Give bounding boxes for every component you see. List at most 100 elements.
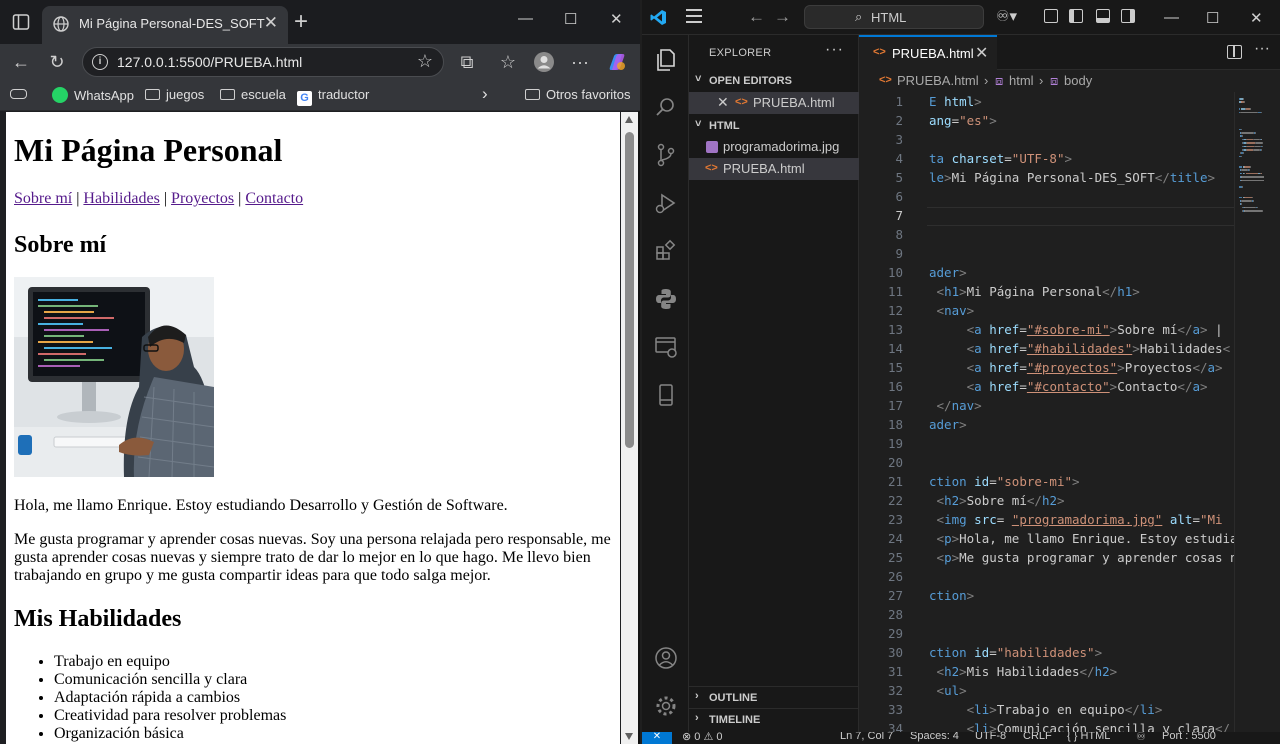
- encoding-indicator[interactable]: UTF-8: [975, 732, 1006, 742]
- copilot-status-icon[interactable]: ♾: [1136, 732, 1146, 743]
- minimap[interactable]: [1234, 92, 1280, 732]
- close-window-icon[interactable]: ✕: [1250, 9, 1263, 27]
- breadcrumb-item[interactable]: PRUEBA.html: [897, 73, 979, 88]
- breadcrumb-item[interactable]: body: [1064, 73, 1092, 88]
- live-server-port[interactable]: Port : 5500: [1162, 732, 1216, 742]
- extensions-icon[interactable]: [653, 238, 679, 264]
- minimap-line: [1246, 145, 1254, 148]
- folder-section[interactable]: ˅ HTML: [689, 115, 859, 137]
- indentation-indicator[interactable]: Spaces: 4: [910, 732, 959, 742]
- language-indicator[interactable]: { } HTML: [1067, 732, 1110, 742]
- explorer-icon[interactable]: [653, 47, 679, 73]
- browser-tab[interactable]: Mi Página Personal-DES_SOFT ✕: [42, 6, 288, 44]
- code-token: >: [1094, 645, 1103, 660]
- chevron-right-icon: ›: [695, 712, 699, 724]
- code-token: =: [989, 645, 997, 660]
- menu-icon[interactable]: [686, 9, 702, 23]
- outline-section[interactable]: › OUTLINE: [689, 686, 859, 708]
- bookmarks-bar: WhatsApp juegos escuela Gtraductor › Otr…: [0, 80, 640, 111]
- scrollbar-thumb[interactable]: [625, 132, 634, 448]
- toggle-secondary-sidebar-icon[interactable]: [1121, 9, 1135, 23]
- back-icon[interactable]: ←: [748, 7, 765, 27]
- device-icon[interactable]: [653, 382, 679, 408]
- about-paragraph: Me gusta programar y aprender cosas nuev…: [14, 531, 611, 584]
- copilot-icon[interactable]: [606, 51, 628, 73]
- bookmark-escuela[interactable]: escuela: [220, 87, 286, 102]
- account-icon[interactable]: [653, 645, 679, 671]
- run-debug-icon[interactable]: [653, 190, 679, 216]
- copilot-icon[interactable]: ♾▾: [996, 7, 1017, 25]
- minimap-line: [1246, 149, 1254, 151]
- close-icon[interactable]: ✕: [717, 94, 729, 111]
- code-token: </: [1215, 721, 1231, 732]
- chevron-right-icon[interactable]: ›: [482, 84, 488, 104]
- page-scrollbar[interactable]: [621, 112, 638, 744]
- nav-link-proyectos[interactable]: Proyectos: [171, 190, 234, 207]
- bookmark-juegos[interactable]: juegos: [145, 87, 204, 102]
- minimize-icon[interactable]: —: [518, 10, 533, 27]
- close-icon[interactable]: ✕: [975, 43, 988, 63]
- gear-icon[interactable]: [653, 693, 679, 719]
- eol-indicator[interactable]: CRLF: [1023, 732, 1052, 742]
- plus-icon[interactable]: +: [294, 8, 308, 36]
- extensions-icon[interactable]: ⧉: [456, 51, 478, 73]
- nav-link-contacto[interactable]: Contacto: [245, 190, 303, 207]
- code-token: <: [936, 284, 945, 299]
- open-editor-item[interactable]: ✕ <> PRUEBA.html: [689, 92, 859, 114]
- code-token: id: [974, 474, 990, 489]
- list-item: Creatividad para resolver problemas: [54, 707, 286, 725]
- editor-tab[interactable]: <> PRUEBA.html ✕: [859, 35, 997, 70]
- reload-icon[interactable]: ↻: [46, 51, 68, 73]
- address-bar[interactable]: i 127.0.0.1:5500/PRUEBA.html ☆: [82, 47, 444, 77]
- profile-icon[interactable]: [533, 51, 555, 73]
- cursor-position[interactable]: Ln 7, Col 7: [840, 732, 893, 742]
- maximize-icon[interactable]: ☐: [564, 10, 577, 28]
- sidebar-icon[interactable]: [12, 13, 30, 31]
- open-editors-section[interactable]: ˅ OPEN EDITORS: [689, 70, 859, 92]
- star-icon[interactable]: ☆: [417, 51, 433, 72]
- maximize-icon[interactable]: ☐: [1206, 9, 1219, 27]
- close-icon[interactable]: ✕: [264, 13, 278, 33]
- timeline-section[interactable]: › TIMELINE: [689, 708, 859, 730]
- bookmark-traductor[interactable]: Gtraductor: [297, 87, 369, 106]
- code-editor[interactable]: 1E html> 2 ang="es"> 3 4 ta charset="UTF-8"> 5…: [859, 92, 1234, 732]
- chevron-right-icon: ›: [695, 690, 699, 702]
- remote-indicator[interactable]: ✕: [642, 732, 672, 744]
- more-icon[interactable]: ···: [825, 41, 844, 59]
- favorites-icon[interactable]: ☆: [497, 51, 519, 73]
- search-icon[interactable]: [653, 94, 679, 120]
- toggle-panel-icon[interactable]: [1096, 9, 1110, 23]
- nav-link-habilidades[interactable]: Habilidades: [83, 190, 159, 207]
- remote-explorer-icon[interactable]: [653, 334, 679, 360]
- file-item[interactable]: <> PRUEBA.html: [689, 158, 859, 180]
- back-icon[interactable]: ←: [10, 51, 32, 73]
- more-icon[interactable]: ···: [1254, 40, 1270, 58]
- info-icon[interactable]: i: [92, 54, 108, 70]
- file-label: PRUEBA.html: [723, 161, 805, 176]
- close-window-icon[interactable]: ✕: [610, 10, 623, 28]
- nav-link-sobre-mi[interactable]: Sobre mí: [14, 190, 72, 207]
- other-favorites[interactable]: Otros favoritos: [525, 87, 631, 102]
- browser-tab-bar: Mi Página Personal-DES_SOFT ✕ + — ☐ ✕: [0, 0, 640, 44]
- split-editor-icon[interactable]: [1227, 45, 1242, 59]
- forward-icon[interactable]: →: [774, 7, 791, 27]
- code-token: =: [1019, 379, 1027, 394]
- source-control-icon[interactable]: [653, 142, 679, 168]
- command-center-search[interactable]: ⌕ HTML: [804, 5, 984, 29]
- scroll-down-icon[interactable]: [625, 733, 633, 740]
- problems-indicator[interactable]: ⊗ 0 ⚠ 0: [682, 732, 722, 743]
- breadcrumb-item[interactable]: html: [1009, 73, 1034, 88]
- folder-icon: [145, 89, 160, 100]
- layout-icon[interactable]: [1044, 9, 1058, 23]
- file-item[interactable]: programadorima.jpg: [689, 136, 859, 158]
- code-token: nav: [944, 303, 967, 318]
- reading-icon[interactable]: [10, 87, 27, 102]
- bookmark-whatsapp[interactable]: WhatsApp: [52, 87, 134, 103]
- minimize-icon[interactable]: —: [1164, 9, 1179, 26]
- more-icon[interactable]: ···: [569, 51, 591, 73]
- scroll-up-icon[interactable]: [625, 116, 633, 123]
- python-icon[interactable]: [653, 286, 679, 312]
- toggle-sidebar-icon[interactable]: [1069, 9, 1083, 23]
